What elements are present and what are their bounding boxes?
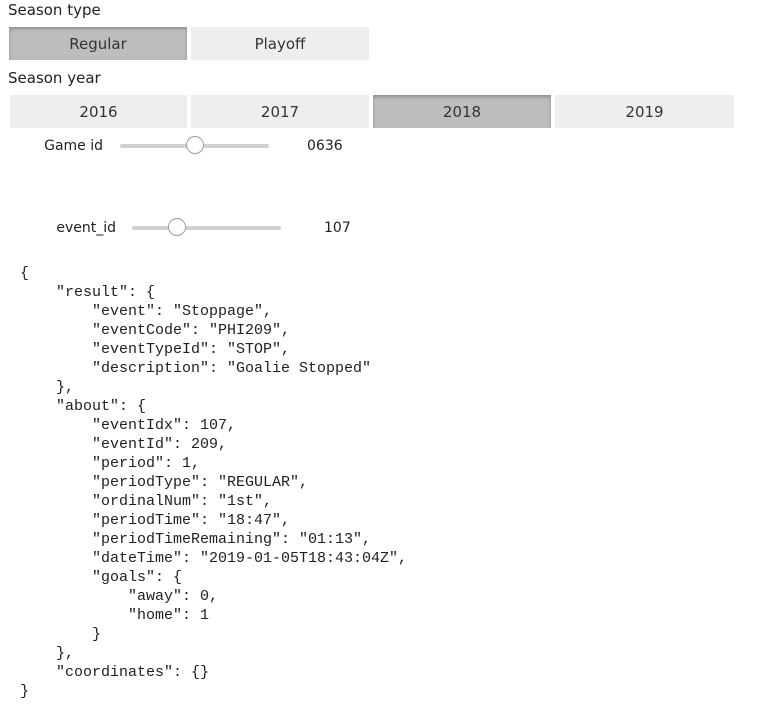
season-year-2017-button[interactable]: 2017 [191, 95, 369, 128]
game-id-slider-row: Game id 0636 [10, 134, 343, 158]
event-id-slider-handle[interactable] [167, 218, 186, 236]
season-year-toggle-group: 2016 2017 2018 2019 [10, 95, 734, 128]
event-id-label: event_id [56, 220, 116, 236]
event-id-slider-row: event_id 107 [10, 216, 351, 240]
season-type-toggle-group: Regular Playoff [9, 27, 373, 60]
season-year-label: Season year [8, 69, 101, 87]
json-output: { "result": { "event": "Stoppage", "even… [20, 265, 408, 700]
event-id-readout: 107 [324, 220, 351, 236]
season-type-label: Season type [8, 1, 101, 19]
event-id-slider-track[interactable] [132, 218, 281, 236]
season-type-playoff-button[interactable]: Playoff [191, 27, 369, 60]
season-year-2018-button[interactable]: 2018 [373, 95, 551, 128]
season-year-2016-button[interactable]: 2016 [10, 95, 187, 128]
game-id-slider-track[interactable] [120, 136, 269, 154]
season-type-regular-button[interactable]: Regular [9, 27, 187, 60]
game-id-readout: 0636 [307, 138, 343, 154]
game-id-label: Game id [44, 138, 103, 154]
game-id-slider-handle[interactable] [185, 136, 204, 154]
season-year-2019-button[interactable]: 2019 [555, 95, 734, 128]
